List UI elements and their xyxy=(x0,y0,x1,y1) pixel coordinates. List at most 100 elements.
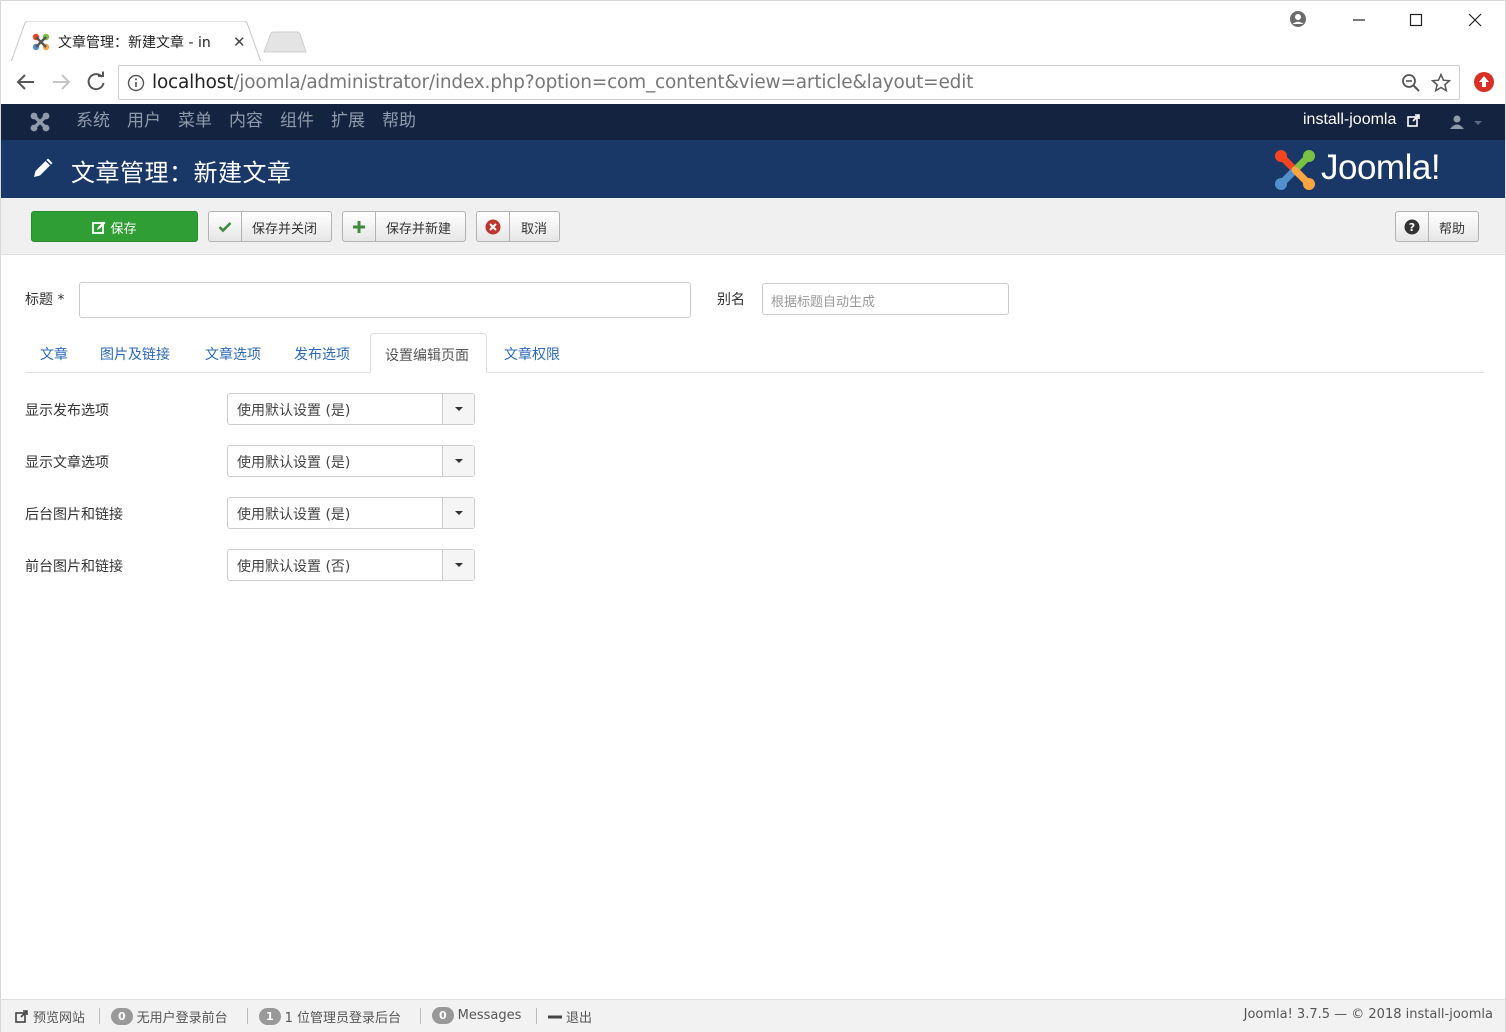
joomla-logo-icon[interactable] xyxy=(29,111,51,133)
logout-label: 退出 xyxy=(566,1011,593,1026)
tab-title: 文章管理：新建文章 - in xyxy=(58,35,211,51)
chevron-down-icon[interactable] xyxy=(442,550,474,580)
browser-tab[interactable]: 文章管理：新建文章 - in ✕ xyxy=(11,21,262,62)
admins-text: 1 位管理员登录后台 xyxy=(284,1011,402,1026)
action-toolbar: 保存 保存并关闭 保存并新建 取消 ? 帮助 xyxy=(0,198,1506,255)
setting-select[interactable]: 使用默认设置 (是) xyxy=(227,393,475,425)
alias-label: 别名 xyxy=(717,292,745,308)
setting-select[interactable]: 使用默认设置 (是) xyxy=(227,445,475,477)
svg-text:?: ? xyxy=(1409,221,1415,234)
address-bar[interactable]: localhost/joomla/administrator/index.php… xyxy=(118,65,1460,100)
backend-admins-status[interactable]: 1 1 位管理员登录后台 xyxy=(259,1007,401,1026)
frontend-users-status[interactable]: 0 无用户登录前台 xyxy=(111,1007,228,1026)
tab-article-options[interactable]: 文章选项 xyxy=(205,333,261,373)
menu-help[interactable]: 帮助 xyxy=(382,110,416,132)
url-host: localhost xyxy=(152,72,234,93)
admin-menu: 系统 用户 菜单 内容 组件 扩展 帮助 xyxy=(76,110,433,132)
save-close-button[interactable]: 保存并关闭 xyxy=(208,211,332,242)
save-new-label: 保存并新建 xyxy=(386,222,452,237)
tab-editing-layout[interactable]: 设置编辑页面 xyxy=(370,333,487,373)
title-label: 标题 * xyxy=(25,292,65,308)
back-arrow-icon[interactable] xyxy=(15,71,37,93)
reload-icon[interactable] xyxy=(85,71,107,93)
plus-icon xyxy=(343,212,376,241)
check-icon xyxy=(209,212,242,241)
setting-label: 后台图片和链接 xyxy=(25,507,123,523)
tab-images-links[interactable]: 图片及链接 xyxy=(100,333,170,373)
menu-system[interactable]: 系统 xyxy=(76,110,110,132)
chevron-down-icon[interactable] xyxy=(442,394,474,424)
new-tab-button[interactable] xyxy=(263,31,307,53)
menu-content[interactable]: 内容 xyxy=(229,110,263,132)
chevron-down-icon[interactable] xyxy=(442,446,474,476)
title-input[interactable] xyxy=(79,282,691,318)
browser-toolbar: localhost/joomla/administrator/index.php… xyxy=(0,61,1506,104)
menu-menus[interactable]: 菜单 xyxy=(178,110,212,132)
save-new-button[interactable]: 保存并新建 xyxy=(342,211,466,242)
cancel-button[interactable]: 取消 xyxy=(476,211,560,242)
pencil-icon xyxy=(34,158,53,177)
page-header: 文章管理：新建文章 Joomla! xyxy=(0,140,1506,198)
setting-value: 使用默认设置 (否) xyxy=(237,559,351,575)
status-badge: 0 xyxy=(432,1007,454,1024)
save-button[interactable]: 保存 xyxy=(31,211,198,242)
divider xyxy=(247,1008,248,1024)
messages-text: Messages xyxy=(457,1008,522,1023)
account-icon[interactable] xyxy=(1286,9,1310,31)
admin-menu-bar: 系统 用户 菜单 内容 组件 扩展 帮助 install-joomla xyxy=(0,104,1506,140)
divider xyxy=(536,1008,537,1024)
joomla-favicon-icon xyxy=(32,33,50,51)
help-button[interactable]: ? 帮助 xyxy=(1395,211,1479,242)
maximize-icon[interactable] xyxy=(1404,9,1428,31)
save-button-content: 保存 xyxy=(32,218,197,237)
tab-article[interactable]: 文章 xyxy=(40,333,68,373)
site-name-link[interactable]: install-joomla xyxy=(1303,111,1396,129)
article-tabs: 文章 图片及链接 文章选项 发布选项 设置编辑页面 文章权限 xyxy=(25,333,1484,373)
browser-titlebar: 文章管理：新建文章 - in ✕ xyxy=(0,0,1506,62)
external-link-icon xyxy=(1407,114,1420,127)
question-icon: ? xyxy=(1396,212,1429,241)
menu-components[interactable]: 组件 xyxy=(280,110,314,132)
edit-icon xyxy=(92,221,106,234)
minimize-icon[interactable] xyxy=(1347,9,1371,31)
info-icon[interactable] xyxy=(127,74,145,92)
url-text: localhost/joomla/administrator/index.php… xyxy=(152,72,973,93)
cancel-circle-icon xyxy=(477,212,510,241)
alias-input[interactable]: 根据标题自动生成 xyxy=(762,283,1009,315)
forward-arrow-icon[interactable] xyxy=(50,71,72,93)
preview-label: 预览网站 xyxy=(33,1011,86,1026)
save-label: 保存 xyxy=(110,222,137,237)
minus-icon xyxy=(548,1015,562,1018)
tab-close-icon[interactable]: ✕ xyxy=(233,33,246,51)
copyright-text: Joomla! 3.7.5 — © 2018 install-joomla xyxy=(1243,1007,1493,1022)
divider xyxy=(99,1008,100,1024)
url-path: /joomla/administrator/index.php?option=c… xyxy=(233,72,974,93)
close-window-icon[interactable] xyxy=(1463,9,1487,31)
menu-users[interactable]: 用户 xyxy=(127,110,161,132)
setting-value: 使用默认设置 (是) xyxy=(237,507,351,523)
visitors-text: 无用户登录前台 xyxy=(136,1011,228,1026)
cancel-label: 取消 xyxy=(521,222,548,237)
joomla-brand-logo-icon xyxy=(1275,150,1315,190)
zoom-icon[interactable] xyxy=(1401,73,1421,93)
setting-label: 显示文章选项 xyxy=(25,455,109,471)
logout-link[interactable]: 退出 xyxy=(548,1007,592,1026)
preview-site-link[interactable]: 预览网站 xyxy=(15,1007,85,1026)
save-close-label: 保存并关闭 xyxy=(252,222,318,237)
help-label: 帮助 xyxy=(1439,222,1466,237)
status-badge: 1 xyxy=(259,1008,281,1025)
tab-permissions[interactable]: 文章权限 xyxy=(504,333,560,373)
tab-publishing[interactable]: 发布选项 xyxy=(294,333,350,373)
setting-value: 使用默认设置 (是) xyxy=(237,403,351,419)
setting-label: 显示发布选项 xyxy=(25,403,109,419)
setting-select[interactable]: 使用默认设置 (否) xyxy=(227,549,475,581)
setting-select[interactable]: 使用默认设置 (是) xyxy=(227,497,475,529)
menu-extensions[interactable]: 扩展 xyxy=(331,110,365,132)
user-menu-icon[interactable] xyxy=(1449,114,1465,130)
messages-status[interactable]: 0 Messages xyxy=(432,1007,521,1024)
bookmark-star-icon[interactable] xyxy=(1431,73,1451,93)
setting-label: 前台图片和链接 xyxy=(25,559,123,575)
extension-icon[interactable] xyxy=(1473,71,1495,93)
user-menu-caret-icon[interactable] xyxy=(1474,121,1482,125)
chevron-down-icon[interactable] xyxy=(442,498,474,528)
